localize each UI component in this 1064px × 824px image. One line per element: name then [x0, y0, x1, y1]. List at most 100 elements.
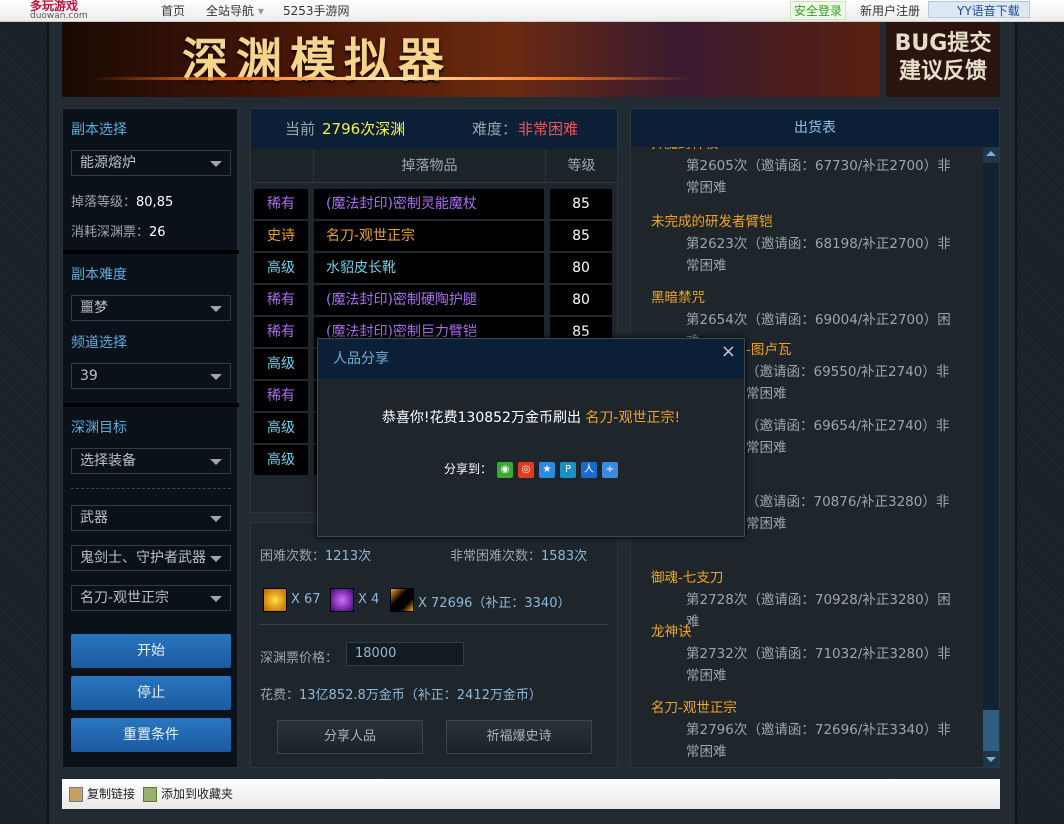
vhard-label: 非常困难次数：: [450, 549, 542, 564]
price-label: 深渊票价格：: [260, 651, 339, 666]
ticket-cost: 消耗深渊票：26: [71, 221, 166, 240]
item-name: 名刀-观世正宗: [314, 221, 544, 251]
scroll-thumb[interactable]: [983, 710, 999, 751]
class-select[interactable]: 鬼剑士、守护者武器: [71, 545, 231, 571]
start-button[interactable]: 开始: [71, 634, 231, 668]
drop-level: 掉落等级：80,85: [71, 191, 173, 210]
loot-detail: 第2605次（邀请函：67730/补正2700）非常困难: [686, 158, 951, 196]
rarity: 高级: [254, 349, 308, 379]
add-favorite[interactable]: 添加到收藏夹: [161, 779, 233, 809]
top-nav: 多玩游戏 duowan.com 首页 全站导航 ▾ 5253手游网 安全登录 新用…: [0, 0, 1064, 22]
tencent-weibo-icon[interactable]: P: [560, 461, 576, 478]
close-icon[interactable]: ×: [721, 341, 736, 362]
duowan-logo[interactable]: 多玩游戏 duowan.com: [30, 0, 88, 21]
rarity: 高级: [254, 253, 308, 283]
loot-entry: 龙神诀第2732次（邀请函：71032/补正3280）非常困难: [651, 621, 971, 687]
ticket-price-input[interactable]: 18000: [346, 642, 464, 666]
loot-entry: 名刀-观世正宗 第2796次（邀请函：72696/补正3340）非常困难: [651, 697, 971, 763]
reset-button[interactable]: 重置条件: [71, 718, 231, 752]
chevron-down-icon: [210, 596, 222, 602]
loot-detail: 第2732次（邀请函：71032/补正3280）非常困难: [686, 646, 951, 684]
invitation-count-text: X 72696（补正：3340）: [418, 596, 571, 611]
share-dialog: 人品分享 × 恭喜你!花费130852万金币刷出 名刀-观世正宗! 分享到： ◉ ◎…: [317, 338, 745, 537]
class-value: 鬼剑士、守护者武器: [80, 550, 206, 566]
item-select[interactable]: 名刀-观世正宗: [71, 585, 231, 611]
weibo-icon[interactable]: ◎: [518, 461, 534, 478]
copy-link-icon: [69, 787, 83, 802]
divider: [63, 403, 239, 407]
scrollbar[interactable]: [983, 147, 999, 767]
invitation-icon: [390, 588, 414, 612]
register-link[interactable]: 新用户注册: [860, 2, 920, 19]
login-link[interactable]: 安全登录: [790, 1, 847, 20]
current-count: 2796次深渊: [322, 120, 406, 138]
loot-entry: 异魔封神杖第2605次（邀请函：67730/补正2700）非常困难: [651, 147, 971, 199]
nav-5253[interactable]: 5253手游网: [283, 2, 350, 19]
pray-epic-button[interactable]: 祈福爆史诗: [446, 720, 592, 754]
item-level: 85: [550, 189, 612, 219]
item-level: 85: [550, 221, 612, 251]
wechat-icon[interactable]: ◉: [497, 461, 513, 478]
difficulty-select[interactable]: 噩梦: [71, 295, 231, 321]
stop-button[interactable]: 停止: [71, 676, 231, 710]
rarity: 高级: [254, 413, 308, 443]
difficulty-label: 副本难度: [71, 267, 127, 283]
yy-download[interactable]: YY语音下载: [928, 1, 1030, 18]
share-label: 分享到：: [443, 462, 492, 476]
target-value: 选择装备: [80, 453, 136, 469]
col-rarity: [251, 149, 314, 183]
dungeon-select[interactable]: 能源熔炉: [71, 150, 231, 176]
more-icon[interactable]: +: [602, 461, 618, 478]
banner: 深渊模拟器: [62, 22, 880, 97]
chevron-down-icon: ▾: [257, 4, 264, 18]
target-label: 深渊目标: [71, 420, 127, 436]
loot-item-name: 未完成的研发者臂铠: [651, 214, 773, 230]
rarity: 高级: [254, 445, 308, 475]
chevron-down-icon: [210, 459, 222, 465]
item-name: (魔法封印)密制灵能魔杖: [314, 189, 544, 219]
settings-panel: 副本选择 能源熔炉 掉落等级：80,85 消耗深渊票：26 副本难度 噩梦 频道…: [62, 108, 239, 768]
difficulty-label: 难度：: [472, 120, 518, 138]
renren-icon[interactable]: 人: [581, 461, 597, 478]
stats-panel: 困难次数：1213次 非常困难次数：1583次 X 67 X 4 X 72696…: [250, 522, 618, 768]
rarity: 稀有: [254, 285, 308, 315]
dungeon-value: 能源熔炉: [80, 155, 136, 171]
rarity: 稀有: [254, 189, 308, 219]
message-text: 恭喜你!花费130852万金币刷出: [381, 410, 581, 426]
bug-report-button[interactable]: BUG提交 建议反馈: [886, 22, 1000, 97]
chevron-down-icon: [210, 556, 222, 562]
copy-link[interactable]: 复制链接: [87, 779, 135, 809]
epic-soul-count: X 67: [291, 592, 321, 607]
type-select[interactable]: 武器: [71, 505, 231, 531]
hard-value: 1213次: [325, 549, 372, 564]
vhard-value: 1583次: [541, 549, 588, 564]
scroll-up-button[interactable]: [983, 147, 999, 163]
channel-select[interactable]: 39: [71, 363, 231, 389]
target-select[interactable]: 选择装备: [71, 448, 231, 474]
scroll-down-button[interactable]: [983, 751, 999, 767]
bug-label: BUG提交: [894, 31, 992, 56]
loot-detail: 第2796次（邀请函：72696/补正3340）非常困难: [686, 722, 951, 760]
nav-home[interactable]: 首页: [161, 2, 185, 19]
purple-orb-count-text: X 4: [358, 592, 380, 607]
chevron-down-icon: [986, 757, 996, 762]
nav-all[interactable]: 全站导航 ▾: [206, 2, 264, 19]
banner-glow: [92, 77, 692, 80]
bottom-bar: 复制链接 添加到收藏夹: [62, 779, 1000, 809]
nav-all-label: 全站导航: [206, 4, 255, 18]
channel-value: 39: [80, 368, 98, 384]
chevron-down-icon: [210, 161, 222, 167]
rarity: 史诗: [254, 221, 308, 251]
loot-entry: 未完成的研发者臂铠第2623次（邀请函：68198/补正2700）非常困难: [651, 211, 971, 277]
loot-item-name: 龙神诀: [651, 624, 692, 640]
item-value: 名刀-观世正宗: [80, 590, 170, 606]
loot-detail: 第2623次（邀请函：68198/补正2700）非常困难: [686, 236, 951, 274]
purple-orb-count: X 4: [358, 592, 379, 607]
cost: 花费：13亿852.8万金币（补正：2412万金币）: [260, 684, 542, 703]
divider: [63, 250, 239, 254]
dashed-divider: [71, 488, 231, 489]
qzone-icon[interactable]: ★: [539, 461, 555, 478]
share-row: 分享到： ◉ ◎ ★ P 人 +: [318, 460, 744, 478]
share-luck-button[interactable]: 分享人品: [277, 720, 423, 754]
ticket-label: 消耗深渊票：: [71, 225, 150, 240]
